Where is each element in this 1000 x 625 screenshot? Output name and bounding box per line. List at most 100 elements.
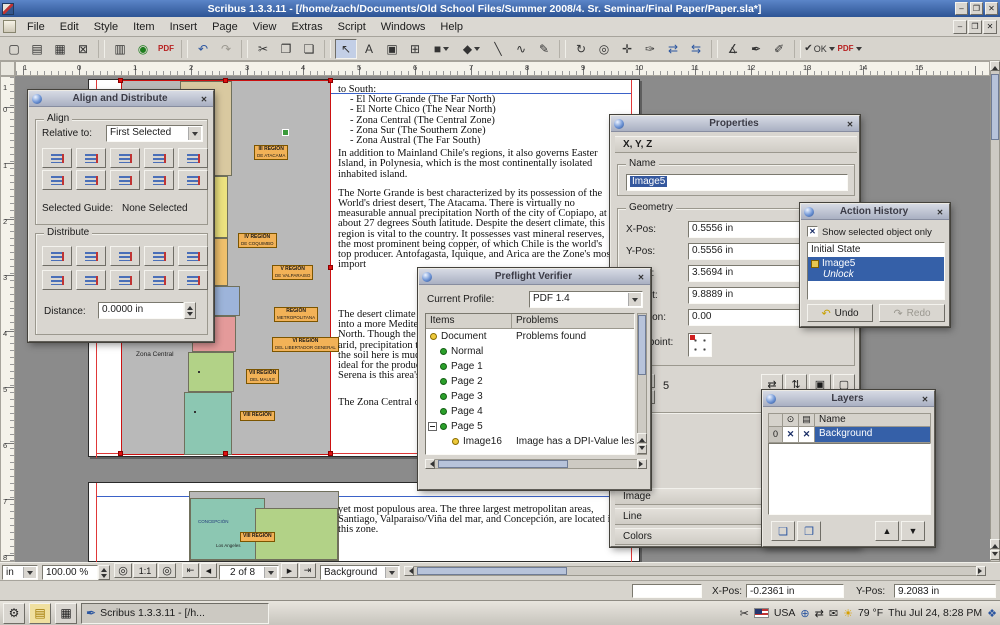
tab-xyz[interactable]: X, Y, Z [615, 136, 857, 153]
mail-tray-icon[interactable]: ✉ [829, 607, 838, 620]
height-field[interactable]: 9.8889 in [688, 287, 816, 304]
preflight-row-normal[interactable]: Normal [426, 344, 634, 359]
layer-name[interactable]: Background [815, 427, 930, 442]
preflight-row-document[interactable]: Document Problems found [426, 329, 634, 344]
preflight-row-image16[interactable]: Image16 Image has a DPI-Value les [426, 434, 634, 449]
undo-button[interactable]: ↶ [192, 39, 214, 59]
resize-handle[interactable] [223, 451, 228, 456]
history-list[interactable]: Initial State Image5 Unlock [807, 242, 945, 300]
window-titlebar[interactable]: Scribus 1.3.3.11 - [/home/zach/Documents… [0, 0, 1000, 17]
print-button[interactable]: ▥ [109, 39, 131, 59]
distribute-top-button[interactable] [42, 270, 72, 290]
action-history-dialog[interactable]: Action History ✕ ✕ Show selected object … [800, 203, 950, 327]
align-center-h-button[interactable] [76, 148, 106, 168]
profile-combo[interactable]: PDF 1.4 [529, 291, 643, 308]
preflight-verifier-dialog[interactable]: Preflight Verifier ✕ Current Profile: PD… [418, 268, 651, 490]
zoom-spinner[interactable] [98, 565, 110, 580]
scrollbar-thumb[interactable] [638, 315, 646, 375]
open-document-button[interactable]: ▤ [26, 39, 48, 59]
insert-image-frame-tool[interactable]: ▣ [381, 39, 403, 59]
distribute-center-h-button[interactable] [76, 246, 106, 266]
usa-flag-icon[interactable] [754, 608, 769, 618]
document-window-icon[interactable] [3, 20, 16, 33]
restore-button[interactable]: ❐ [970, 2, 983, 15]
align-guide-top-button[interactable] [178, 170, 208, 190]
resize-handle[interactable] [328, 78, 333, 83]
document-page-2[interactable]: CONCEPCIÓN Los Angeles VIII REGIÓN yet m… [88, 482, 640, 562]
action-history-close-icon[interactable]: ✕ [934, 206, 946, 218]
redo-button[interactable]: ↷ [215, 39, 237, 59]
align-close-icon[interactable]: ✕ [198, 93, 210, 105]
export-pdf-button[interactable]: PDF [155, 39, 177, 59]
insert-line-tool[interactable]: ╲ [487, 39, 509, 59]
preflight-vscrollbar[interactable] [637, 313, 647, 455]
scroll-up-arrow[interactable] [990, 61, 1000, 71]
preflight-row-page4[interactable]: Page 4 [426, 404, 634, 419]
scrollbar-thumb[interactable] [991, 74, 999, 140]
unit-combo[interactable]: in [2, 565, 38, 580]
problems-column-header[interactable]: Problems [512, 314, 634, 328]
minimize-button[interactable]: – [955, 2, 968, 15]
spin-up-icon[interactable] [187, 303, 193, 310]
zoom-one-to-one-button[interactable]: 1:1 [133, 563, 157, 578]
combo-arrow-icon[interactable] [23, 567, 36, 578]
rotation-field[interactable]: 0.00 [688, 309, 816, 326]
cut-button[interactable]: ✂ [252, 39, 274, 59]
distribute-bottom-button[interactable] [110, 270, 140, 290]
relative-to-combo[interactable]: First Selected [106, 125, 203, 142]
menu-item-insert[interactable]: Insert [163, 19, 205, 35]
zoom-field[interactable]: 100.00 % [42, 565, 98, 580]
resize-handle[interactable] [328, 265, 333, 270]
ruler-corner[interactable] [0, 61, 15, 76]
select-item-tool[interactable]: ↖ [335, 39, 357, 59]
add-layer-button[interactable]: ❏ [771, 521, 795, 541]
menu-item-extras[interactable]: Extras [284, 19, 329, 35]
close-button[interactable]: ✕ [985, 2, 998, 15]
previous-page-button[interactable]: ◀ [200, 563, 217, 578]
scroll-up-arrow-2[interactable] [990, 539, 1000, 549]
items-column-header[interactable]: Items [426, 314, 512, 328]
layers-titlebar[interactable]: Layers ✕ [763, 391, 934, 407]
child-minimize-button[interactable]: – [953, 20, 967, 34]
menu-item-help[interactable]: Help [433, 19, 470, 35]
layers-close-icon[interactable]: ✕ [919, 393, 931, 405]
layer-print-checkbox[interactable]: ✕ [799, 427, 815, 442]
raise-layer-button[interactable]: ▲ [875, 521, 899, 541]
zoom-in-button[interactable]: ◎ [158, 563, 176, 578]
resize-handle[interactable] [118, 78, 123, 83]
layer-row-background[interactable]: 0 ✕ ✕ Background [768, 427, 931, 443]
resize-handle[interactable] [328, 451, 333, 456]
align-right-button[interactable] [110, 148, 140, 168]
menu-item-item[interactable]: Item [126, 19, 161, 35]
page-combo[interactable]: 2 of 8 [219, 565, 279, 580]
preflight-row-page5[interactable]: Page 5 [426, 419, 634, 434]
horizontal-ruler[interactable]: 1 0 1 2 3 4 5 6 7 8 9 10 11 12 13 14 15 [15, 61, 990, 76]
menu-item-windows[interactable]: Windows [374, 19, 433, 35]
unlink-text-frames-tool[interactable]: ⇆ [685, 39, 707, 59]
combo-arrow-icon[interactable] [385, 567, 398, 578]
copy-properties-tool[interactable]: ✒ [745, 39, 767, 59]
properties-close-icon[interactable]: ✕ [844, 118, 856, 130]
scrollbar-thumb[interactable] [438, 460, 568, 468]
insert-bezier-tool[interactable]: ∿ [510, 39, 532, 59]
preflight-row-page2[interactable]: Page 2 [426, 374, 634, 389]
properties-titlebar[interactable]: Properties ✕ [611, 116, 859, 132]
distribute-middle-button[interactable] [76, 270, 106, 290]
menu-item-page[interactable]: Page [205, 19, 245, 35]
resize-handle[interactable] [118, 451, 123, 456]
distance-spinner[interactable] [184, 302, 196, 319]
align-guide-right-button[interactable] [144, 170, 174, 190]
text-frame-column[interactable]: to South: - El Norte Grande (The Far Nor… [338, 85, 618, 270]
copy-button[interactable]: ❐ [275, 39, 297, 59]
scroll-right-arrow[interactable] [976, 566, 986, 576]
basepoint-selector[interactable] [688, 333, 712, 357]
show-selected-checkbox[interactable]: ✕ [807, 226, 818, 237]
scroll-down-arrow[interactable] [990, 550, 1000, 560]
scrollbar-thumb[interactable] [417, 567, 567, 575]
zoom-tool[interactable]: ◎ [593, 39, 615, 59]
scroll-up-arrow[interactable] [637, 433, 647, 443]
align-bottom-button[interactable] [42, 170, 72, 190]
new-document-button[interactable]: ▢ [3, 39, 25, 59]
globe-tray-icon[interactable]: ⊕ [800, 607, 809, 620]
horizontal-scrollbar[interactable] [404, 566, 986, 576]
